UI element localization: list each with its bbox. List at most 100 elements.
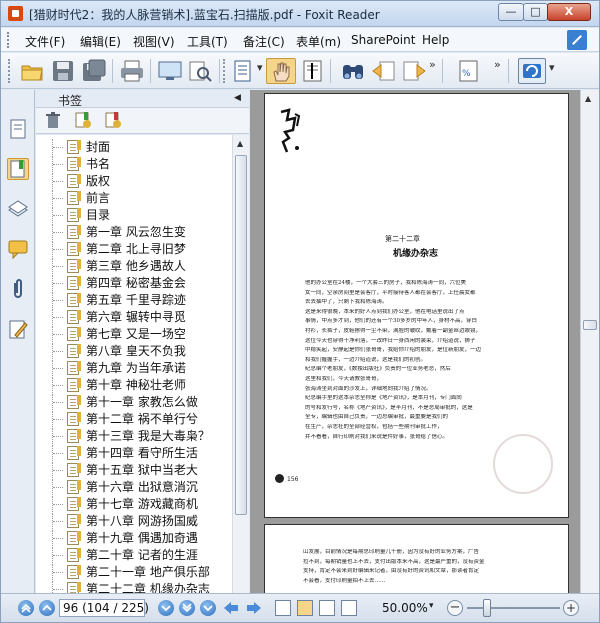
tree-connector — [52, 445, 66, 461]
bookmarks-scroll-thumb[interactable] — [235, 155, 247, 515]
facing-view-icon[interactable] — [319, 600, 335, 616]
next-view-arrow-icon[interactable] — [245, 600, 263, 616]
zoom-dropdown-icon[interactable]: ▾ — [429, 601, 434, 611]
zoom-out-icon[interactable]: − — [447, 600, 463, 616]
menu-view[interactable]: 视图(V) — [133, 33, 175, 50]
tree-connector — [52, 190, 66, 206]
more-tools-chevron-icon[interactable]: » — [429, 58, 436, 71]
go-back-circle-icon[interactable] — [200, 600, 216, 616]
toolbar-grip-icon[interactable] — [223, 59, 226, 83]
select-text-icon[interactable] — [300, 58, 326, 84]
title-bar: [猎财时代2：我的人脉营销术].蓝宝石.扫描版.pdf - Foxit Read… — [1, 1, 599, 27]
continuous-view-icon[interactable] — [297, 600, 313, 616]
last-page-icon[interactable] — [179, 600, 195, 616]
layers-panel-icon[interactable] — [7, 198, 29, 220]
menu-comments[interactable]: 备注(C) — [243, 33, 285, 50]
menu-file[interactable]: 文件(F) — [25, 33, 65, 50]
toolbar-separator — [219, 59, 220, 83]
save-as-icon[interactable] — [81, 58, 107, 84]
bookmarks-panel-icon[interactable] — [7, 158, 29, 180]
prev-view-icon[interactable] — [371, 58, 397, 84]
toolbar-grip-icon[interactable] — [8, 59, 11, 83]
add-bookmark-icon[interactable] — [104, 111, 122, 129]
delete-bookmark-icon[interactable] — [44, 111, 62, 129]
bookmark-label: 第十八章 网游扬国威 — [86, 514, 198, 528]
menu-tools[interactable]: 工具(T) — [187, 33, 228, 50]
attachments-panel-icon[interactable] — [7, 278, 29, 300]
tree-connector — [52, 207, 66, 223]
page-number-input[interactable]: 96 (104 / 225) — [59, 599, 149, 617]
comments-panel-icon[interactable] — [7, 238, 29, 260]
text-line: 拉不到，每期销量也上不去，支付出版本来不高，这是最严重的，没有资金 — [303, 558, 485, 565]
single-page-view-icon[interactable] — [275, 600, 291, 616]
minimize-button[interactable]: — — [498, 3, 524, 21]
menu-grip-icon[interactable] — [7, 32, 11, 48]
bookmark-page-icon — [67, 582, 81, 593]
bookmark-page-icon — [67, 412, 81, 426]
zoom-slider-track[interactable] — [467, 607, 560, 609]
fullscreen-icon[interactable] — [157, 58, 183, 84]
page-view-icon[interactable] — [230, 58, 256, 84]
continuous-facing-view-icon[interactable] — [341, 600, 357, 616]
maximize-button[interactable]: □ — [523, 3, 548, 21]
bookmark-label: 目录 — [86, 208, 111, 222]
signatures-panel-icon[interactable] — [7, 318, 29, 340]
first-page-icon[interactable] — [18, 600, 34, 616]
chevron-down-icon[interactable]: ▾ — [549, 61, 555, 74]
bookmark-label: 第四章 秘密基金会 — [86, 276, 186, 290]
bookmarks-scrollbar[interactable]: ▲ — [232, 135, 249, 593]
book-logo-icon — [280, 108, 301, 153]
text-line: 这里和我们，今天请教张哥哥， — [305, 376, 383, 382]
toolbar-separator — [112, 59, 113, 83]
open-folder-icon[interactable] — [19, 58, 45, 84]
more-tools-chevron-icon[interactable]: » — [494, 58, 501, 71]
toolbar: ▾ » % » ▾ — [1, 53, 599, 89]
text-line: 女一同，空余房间里是会客厅，平时接待客人都在会客厅，上任晨女都 — [305, 289, 476, 296]
bookmarks-tree: 封面 书名 版权 前言 目录 第一章 风云忽生变 第二章 北上寻旧梦 第三章 他乡遇故人 第四章… — [36, 135, 232, 593]
tree-connector — [52, 326, 66, 342]
foxit-app-icon — [8, 6, 23, 21]
menu-edit[interactable]: 编辑(E) — [80, 33, 121, 50]
save-icon[interactable] — [50, 58, 76, 84]
rotate-icon[interactable] — [518, 58, 546, 84]
scroll-up-icon[interactable]: ▲ — [585, 94, 591, 103]
collapse-panel-icon[interactable]: ◀ — [234, 93, 241, 103]
previous-page-icon[interactable] — [39, 600, 55, 616]
tree-connector — [52, 496, 66, 512]
print-icon[interactable] — [119, 58, 145, 84]
tree-connector — [52, 513, 66, 529]
scroll-up-icon[interactable]: ▲ — [237, 139, 243, 148]
hand-tool-icon[interactable] — [266, 58, 296, 84]
resize-arrow-icon[interactable] — [567, 30, 587, 50]
bookmarks-panel-title: 书签 — [58, 94, 83, 108]
menu-forms[interactable]: 表单(m) — [296, 33, 341, 50]
tree-connector — [52, 258, 66, 274]
previous-view-arrow-icon[interactable] — [222, 600, 240, 616]
bookmark-page-icon — [67, 514, 81, 528]
text-line: 去去抽中了，只剩下我和陈海涛。 — [305, 299, 388, 306]
document-scrollbar[interactable]: ▲ — [580, 90, 599, 593]
bookmark-page-icon — [67, 310, 81, 324]
bookmark-page-icon — [67, 174, 81, 188]
menu-help[interactable]: Help — [422, 33, 449, 47]
menu-sharepoint[interactable]: SharePoint — [351, 33, 415, 47]
bookmark-label: 第二十一章 地产俱乐部 — [86, 565, 210, 579]
bookmark-page-icon — [67, 395, 81, 409]
tree-connector — [52, 139, 66, 155]
chevron-down-icon[interactable]: ▾ — [257, 61, 263, 74]
pages-panel-icon[interactable] — [7, 118, 29, 140]
zoom-percent-icon[interactable]: % — [456, 58, 482, 84]
binoculars-icon[interactable] — [340, 58, 366, 84]
find-text-icon[interactable] — [187, 58, 213, 84]
close-button[interactable]: X — [547, 3, 591, 21]
next-view-icon[interactable] — [401, 58, 427, 84]
document-viewport[interactable]: 第二十二章 机缘办杂志 他的办公室在24楼，一个大套三的房子，我和陈海涛一同，六… — [250, 90, 580, 593]
next-page-icon[interactable] — [158, 600, 174, 616]
zoom-in-icon[interactable]: + — [563, 600, 579, 616]
tree-connector — [52, 241, 66, 257]
zoom-level[interactable]: 50.00% — [382, 601, 428, 615]
document-scroll-thumb[interactable] — [583, 320, 597, 330]
expand-bookmark-icon[interactable] — [74, 111, 92, 129]
toolbar-separator — [330, 59, 331, 83]
zoom-slider-thumb[interactable] — [483, 599, 492, 617]
